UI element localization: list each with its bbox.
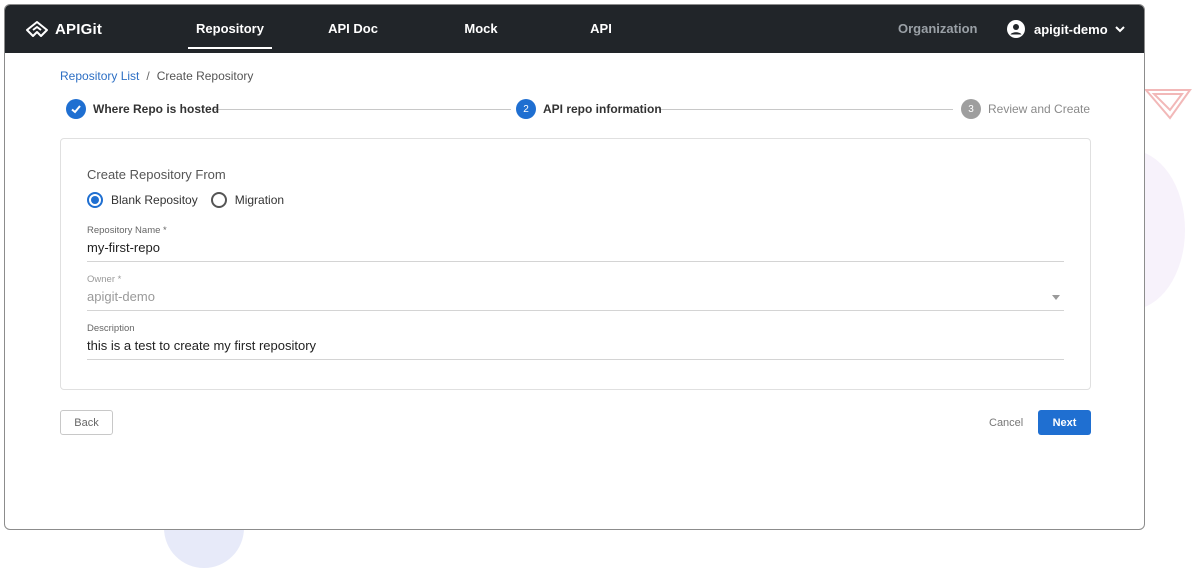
step-review-and-create: 3 Review and Create bbox=[961, 98, 1090, 120]
breadcrumb: Repository List / Create Repository bbox=[60, 69, 253, 83]
breadcrumb-current: Create Repository bbox=[156, 69, 254, 83]
owner-field: Owner * apigit-demo bbox=[87, 274, 1064, 311]
owner-value: apigit-demo bbox=[87, 289, 155, 304]
organization-link[interactable]: Organization bbox=[898, 5, 977, 53]
step-number: 2 bbox=[516, 99, 536, 119]
description-label: Description bbox=[87, 323, 135, 334]
account-circle-icon bbox=[1007, 20, 1025, 38]
progress-stepper: Where Repo is hosted 2 API repo informat… bbox=[5, 98, 1144, 120]
description-input[interactable]: this is a test to create my first reposi… bbox=[87, 338, 1064, 360]
repository-name-input[interactable]: my-first-repo bbox=[87, 240, 1064, 262]
user-name: apigit-demo bbox=[1034, 21, 1108, 37]
nav-tab-repository[interactable]: Repository bbox=[188, 5, 272, 53]
decorative-triangles-icon bbox=[1143, 89, 1192, 120]
breadcrumb-separator: / bbox=[146, 69, 150, 83]
radio-blank-repository[interactable] bbox=[87, 192, 103, 208]
radio-label-migration[interactable]: Migration bbox=[235, 193, 284, 207]
apigit-logo-icon bbox=[26, 21, 48, 37]
nav-tab-api-testing[interactable]: API Testing bbox=[567, 5, 635, 84]
radio-migration[interactable] bbox=[210, 192, 227, 208]
step-where-repo-hosted: Where Repo is hosted bbox=[66, 98, 219, 120]
back-button[interactable]: Back bbox=[60, 410, 113, 435]
top-navigation-bar: APIGit Repository API Doc Center Mock Se… bbox=[5, 5, 1144, 84]
repository-name-label: Repository Name * bbox=[87, 225, 167, 236]
repository-name-field: Repository Name * my-first-repo bbox=[87, 225, 1064, 262]
nav-tab-mock-servers[interactable]: Mock Servers bbox=[441, 5, 521, 84]
owner-select: apigit-demo bbox=[87, 289, 1064, 311]
section-title: Create Repository From bbox=[87, 167, 226, 182]
stepper-connector bbox=[213, 109, 511, 110]
app-name: APIGit bbox=[55, 20, 103, 38]
next-button[interactable]: Next bbox=[1038, 410, 1091, 435]
page: APIGit Repository API Doc Center Mock Se… bbox=[0, 0, 1200, 580]
dropdown-caret-icon bbox=[1052, 295, 1060, 300]
step-label: Review and Create bbox=[988, 102, 1091, 116]
owner-label: Owner * bbox=[87, 274, 122, 285]
chevron-down-icon bbox=[1114, 26, 1125, 33]
description-field: Description this is a test to create my … bbox=[87, 323, 1064, 360]
step-label: Where Repo is hosted bbox=[93, 102, 220, 116]
source-radio-group: Blank Repositoy Migration bbox=[87, 192, 297, 208]
create-repository-form: Create Repository From Blank Repositoy M… bbox=[60, 138, 1091, 390]
radio-label-blank-repository[interactable]: Blank Repositoy bbox=[111, 193, 198, 207]
step-label: API repo information bbox=[543, 102, 662, 116]
step-complete-check-icon bbox=[66, 99, 86, 119]
step-api-repo-information: 2 API repo information bbox=[516, 98, 662, 120]
breadcrumb-link-repository-list[interactable]: Repository List bbox=[60, 69, 139, 83]
stepper-connector bbox=[659, 109, 953, 110]
app-logo[interactable]: APIGit bbox=[25, 19, 102, 39]
cancel-button[interactable]: Cancel bbox=[989, 410, 1023, 435]
app-window: APIGit Repository API Doc Center Mock Se… bbox=[4, 4, 1145, 530]
step-number: 3 bbox=[961, 99, 981, 119]
nav-tab-api-doc-center[interactable]: API Doc Center bbox=[307, 5, 399, 84]
user-menu[interactable]: apigit-demo bbox=[1007, 5, 1126, 53]
